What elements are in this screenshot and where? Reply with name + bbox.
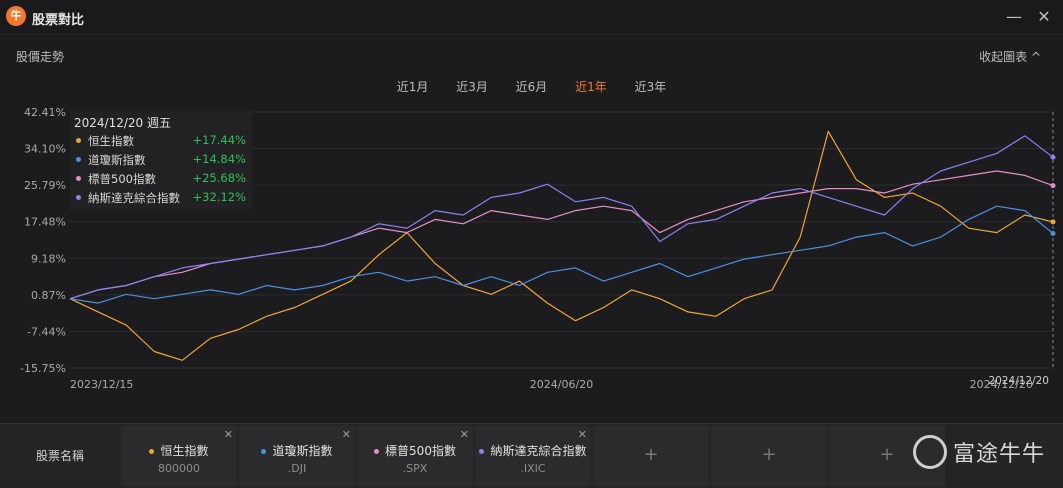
series-color-dot bbox=[76, 195, 81, 200]
section-title: 股價走勢 bbox=[16, 50, 65, 64]
chart-tooltip: 2024/12/20 週五 恒生指數 +17.44% 道瓊斯指數 +14.84%… bbox=[70, 110, 252, 210]
series-endpoint bbox=[1050, 219, 1056, 225]
tab-period-3y[interactable]: 近3年 bbox=[635, 78, 667, 95]
stock-name: 標普500指數 bbox=[385, 444, 456, 458]
x-tick-label: 2024/06/20 bbox=[530, 378, 593, 391]
tooltip-row: 納斯達克綜合指數 +32.12% bbox=[74, 189, 250, 207]
stock-name: 恒生指數 bbox=[160, 444, 209, 458]
series-endpoint bbox=[1050, 183, 1056, 189]
series-color-dot bbox=[76, 176, 81, 181]
stock-code: 800000 bbox=[158, 462, 200, 475]
stock-slot-dji[interactable]: ✕ 道瓊斯指數 .DJI bbox=[239, 426, 355, 486]
futu-logo-icon bbox=[912, 435, 947, 469]
stock-name: 納斯達克綜合指數 bbox=[490, 444, 587, 458]
watermark-text: 富途牛牛 bbox=[952, 442, 1045, 467]
tooltip-series-name: 恒生指數 bbox=[88, 134, 134, 148]
y-tick-label: 9.18% bbox=[31, 252, 66, 265]
stock-slot-ixic[interactable]: ✕ 納斯達克綜合指數 .IXIC bbox=[475, 426, 591, 486]
series-color-dot bbox=[374, 449, 380, 454]
stock-slot-spx[interactable]: ✕ 標普500指數 .SPX bbox=[357, 426, 473, 486]
minimize-button[interactable]: — bbox=[1003, 6, 1025, 28]
close-window-button[interactable]: ✕ bbox=[1033, 6, 1055, 28]
stock-code: .SPX bbox=[402, 462, 428, 475]
add-stock-slot[interactable]: + bbox=[711, 426, 827, 486]
y-tick-label: 34.10% bbox=[24, 143, 66, 156]
tooltip-date: 2024/12/20 週五 bbox=[74, 116, 171, 130]
tooltip-series-value: +32.12% bbox=[192, 190, 247, 204]
stock-code: .DJI bbox=[287, 462, 307, 475]
x-tick-label: 2023/12/15 bbox=[70, 378, 133, 391]
tooltip-series-value: +25.68% bbox=[192, 171, 247, 185]
app-logo-icon: 牛 bbox=[6, 6, 26, 26]
y-tick-label: -15.75% bbox=[20, 362, 66, 375]
tooltip-series-value: +14.84% bbox=[192, 152, 247, 166]
stock-selector-bar: 股票名稱 ✕ 恒生指數 800000 ✕ 道瓊斯指數 .DJI ✕ 標普500指… bbox=[0, 423, 1063, 488]
add-stock-slot[interactable]: + bbox=[593, 426, 709, 486]
series-endpoint bbox=[1050, 230, 1056, 236]
tooltip-row: 恒生指數 +17.44% bbox=[74, 132, 250, 150]
series-line bbox=[69, 205, 1054, 304]
period-tabs: 近1月 近3月 近6月 近1年 近3年 bbox=[0, 78, 1063, 95]
series-color-dot bbox=[76, 138, 81, 143]
tooltip-series-name: 標普500指數 bbox=[88, 172, 156, 186]
stock-name: 道瓊斯指數 bbox=[272, 444, 333, 458]
stock-code: .IXIC bbox=[520, 462, 546, 475]
tab-period-1y[interactable]: 近1年 bbox=[575, 78, 607, 95]
y-tick-label: -7.44% bbox=[27, 325, 66, 338]
tab-period-1m[interactable]: 近1月 bbox=[397, 78, 429, 95]
y-tick-label: 17.48% bbox=[24, 216, 66, 229]
stock-slot-hsi[interactable]: ✕ 恒生指數 800000 bbox=[121, 426, 237, 486]
tooltip-series-value: +17.44% bbox=[192, 133, 247, 147]
plus-icon: + bbox=[761, 444, 777, 465]
remove-stock-icon[interactable]: ✕ bbox=[224, 428, 233, 441]
remove-stock-icon[interactable]: ✕ bbox=[460, 428, 469, 441]
tooltip-series-name: 道瓊斯指數 bbox=[88, 153, 146, 167]
window-title: 股票對比 bbox=[32, 13, 85, 28]
y-tick-label: 0.87% bbox=[31, 289, 66, 302]
stock-name-label: 股票名稱 bbox=[35, 449, 84, 463]
brand-watermark: 富途牛牛 bbox=[912, 435, 1045, 469]
series-color-dot bbox=[261, 449, 267, 454]
series-color-dot bbox=[76, 157, 81, 162]
y-tick-label: 25.79% bbox=[24, 179, 66, 192]
tab-period-6m[interactable]: 近6月 bbox=[516, 78, 548, 95]
y-tick-label: 42.41% bbox=[24, 106, 66, 119]
plus-icon: + bbox=[643, 444, 659, 465]
tooltip-row: 標普500指數 +25.68% bbox=[74, 170, 250, 188]
collapse-chart-button[interactable]: 收起圖表 ^ bbox=[979, 48, 1041, 65]
series-endpoint bbox=[1050, 154, 1056, 160]
series-color-dot bbox=[149, 449, 155, 454]
tab-period-3m[interactable]: 近3月 bbox=[456, 78, 488, 95]
title-bar: 牛 股票對比 — ✕ bbox=[0, 0, 1063, 35]
crosshair-date-label: 2024/12/20 bbox=[988, 375, 1049, 387]
tooltip-row: 道瓊斯指數 +14.84% bbox=[74, 151, 250, 169]
tooltip-series-name: 納斯達克綜合指數 bbox=[88, 191, 180, 205]
series-color-dot bbox=[479, 449, 485, 454]
remove-stock-icon[interactable]: ✕ bbox=[342, 428, 351, 441]
remove-stock-icon[interactable]: ✕ bbox=[578, 428, 587, 441]
